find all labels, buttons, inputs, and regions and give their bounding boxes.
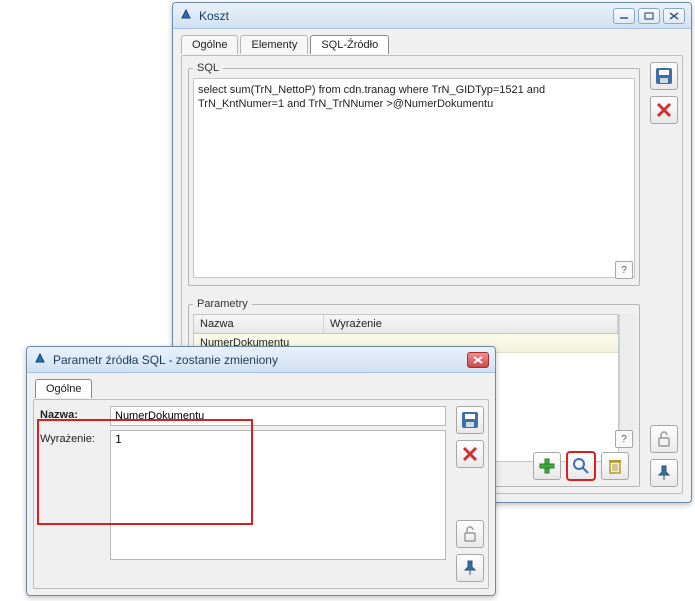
delete-icon (655, 101, 673, 119)
main-titlebar: Koszt (173, 3, 691, 29)
sql-help-button[interactable]: ? (615, 261, 633, 279)
expr-label: Wyrażenie: (40, 430, 110, 445)
app-icon (179, 7, 193, 24)
param-col-expr[interactable]: Wyrażenie (324, 315, 618, 333)
dialog-unlock-button[interactable] (456, 520, 484, 548)
add-button[interactable] (533, 452, 561, 480)
dialog-close-button[interactable] (467, 352, 489, 368)
sql-group-label: SQL (193, 62, 223, 74)
dialog-tabs: Ogólne (35, 379, 487, 398)
param-col-name[interactable]: Nazwa (194, 315, 324, 333)
dialog-window: Parametr źródła SQL - zostanie zmieniony… (26, 346, 496, 596)
dialog-delete-button[interactable] (456, 440, 484, 468)
pin-icon (657, 465, 671, 481)
main-save-button[interactable] (650, 62, 678, 90)
tab-elementy[interactable]: Elementy (240, 35, 308, 54)
delete-param-button[interactable] (601, 452, 629, 480)
maximize-button[interactable] (638, 8, 660, 24)
search-button[interactable] (567, 452, 595, 480)
dialog-save-button[interactable] (456, 406, 484, 434)
expr-textarea[interactable] (110, 430, 446, 560)
app-icon (33, 351, 47, 368)
sql-textarea[interactable] (193, 78, 635, 278)
name-input[interactable] (110, 406, 446, 426)
save-icon (461, 411, 479, 429)
dialog-title: Parametr źródła SQL - zostanie zmieniony (53, 353, 278, 367)
close-button[interactable] (663, 8, 685, 24)
param-group-label: Parametry (193, 298, 252, 310)
delete-icon (461, 445, 479, 463)
tab-ogolne[interactable]: Ogólne (181, 35, 238, 54)
main-tabs: Ogólne Elementy SQL-Źródło (181, 35, 683, 54)
unlock-icon (656, 430, 672, 448)
pin-icon (463, 560, 477, 576)
dialog-titlebar: Parametr źródła SQL - zostanie zmieniony (27, 347, 495, 373)
sql-group: SQL ? (188, 62, 640, 286)
param-table-header: Nazwa Wyrażenie (194, 315, 618, 334)
param-scrollbar[interactable] (619, 314, 635, 444)
plus-icon (538, 457, 556, 475)
main-pin-button[interactable] (650, 459, 678, 487)
trash-icon (607, 457, 623, 475)
name-label: Nazwa: (40, 406, 110, 421)
window-title: Koszt (199, 9, 229, 23)
dialog-pin-button[interactable] (456, 554, 484, 582)
unlock-icon (462, 525, 478, 543)
dialog-tab-ogolne[interactable]: Ogólne (35, 379, 92, 398)
param-help-button[interactable]: ? (615, 430, 633, 448)
main-delete-button[interactable] (650, 96, 678, 124)
save-icon (655, 67, 673, 85)
main-unlock-button[interactable] (650, 425, 678, 453)
tab-sql-zrodlo[interactable]: SQL-Źródło (310, 35, 389, 54)
magnifier-icon (572, 457, 590, 475)
minimize-button[interactable] (613, 8, 635, 24)
dialog-body: Nazwa: Wyrażenie: (33, 399, 489, 589)
